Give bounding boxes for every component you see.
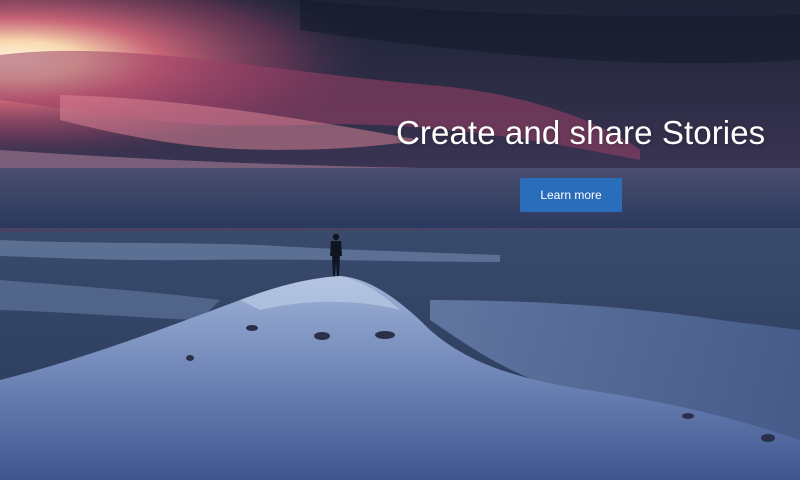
hero-headline: Create and share Stories bbox=[396, 114, 766, 151]
hero-banner: Create and share Stories Learn more bbox=[0, 0, 800, 480]
learn-more-button[interactable]: Learn more bbox=[520, 178, 622, 212]
hero-background-image bbox=[0, 0, 800, 480]
